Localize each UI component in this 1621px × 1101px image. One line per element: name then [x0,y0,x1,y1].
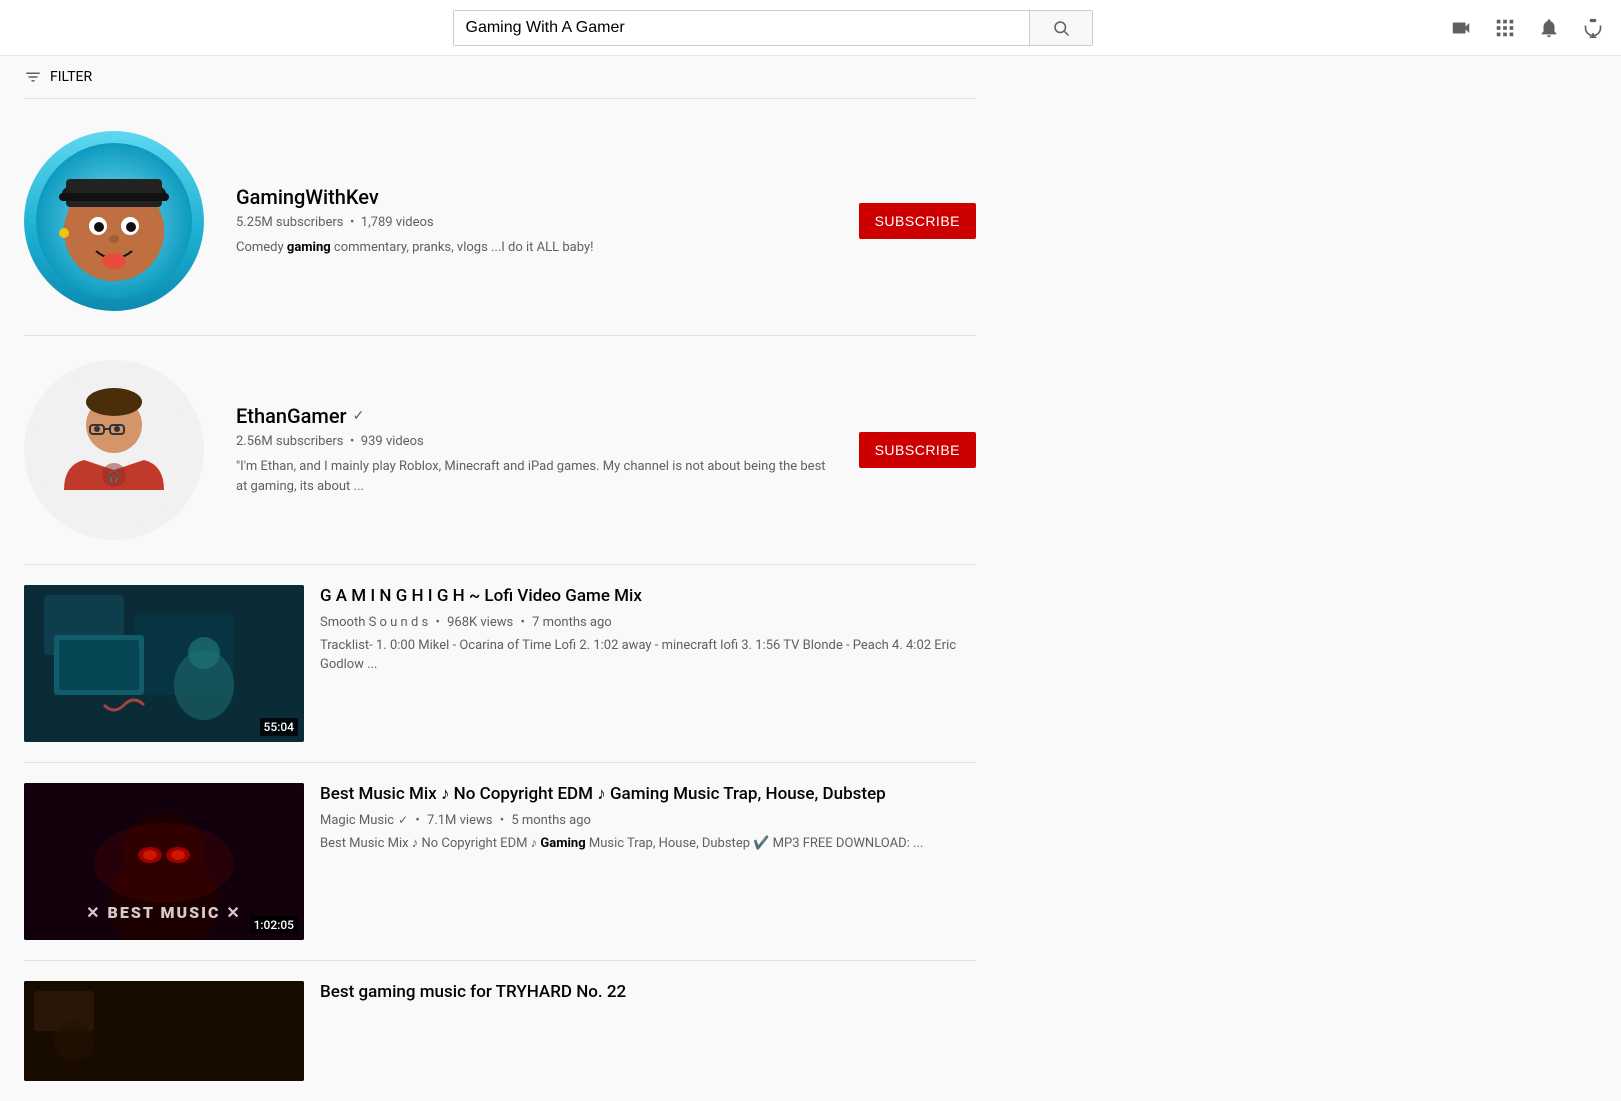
video-description-2: Best Music Mix ♪ No Copyright EDM ♪ Gami… [320,834,976,854]
video-age-2: 5 months ago [511,813,591,828]
desc-text-2: "I'm Ethan, and I mainly play Roblox, Mi… [236,459,826,494]
channel-description: Comedy gaming commentary, pranks, vlogs … [236,238,827,258]
subscribe-button-ethan[interactable]: SUBSCRIBE [859,432,976,468]
search-bar [453,10,1093,46]
svg-text:🎧: 🎧 [108,470,120,483]
verified-icon: ✓ [353,408,365,424]
header [0,0,1621,56]
channel-result-2: 🎧 EthanGamer ✓ 2.56M subscribers • 939 v… [24,336,976,565]
channel-meta: 5.25M subscribers • 1,789 videos [236,215,827,230]
video-result-1: 55:04 G A M I N G H I G H ~ Lofi Video G… [24,565,976,763]
video-thumbnail-1[interactable]: 55:04 [24,585,304,742]
video-views-1: 968K views [447,615,513,630]
desc-after: commentary, pranks, vlogs ...I do it ALL… [331,240,594,255]
channel-meta-2: 2.56M subscribers • 939 videos [236,434,827,449]
subscribe-button-kev[interactable]: SUBSCRIBE [859,203,976,239]
video-title-3[interactable]: Best gaming music for TRYHARD No. 22 [320,981,976,1005]
video-description-1: Tracklist- 1. 0:00 Mikel - Ocarina of Ti… [320,636,976,675]
video-channel-1[interactable]: Smooth S o u n d s [320,615,428,630]
channel-description-2: "I'm Ethan, and I mainly play Roblox, Mi… [236,457,827,496]
mic-icon[interactable] [1581,16,1605,40]
video-duration-2: 1:02:05 [250,916,298,934]
video-title-2[interactable]: Best Music Mix ♪ No Copyright EDM ♪ Gami… [320,783,976,807]
video-meta-1: Smooth S o u n d s • 968K views • 7 mont… [320,615,976,630]
channel-name-text-2[interactable]: EthanGamer [236,404,347,428]
filter-bar: FILTER [24,56,976,99]
video-duration-1: 55:04 [260,718,298,736]
channel-name: GamingWithKev [236,185,827,209]
filter-icon [24,68,42,86]
desc-before: Comedy [236,240,287,255]
filter-label[interactable]: FILTER [50,69,92,85]
search-button[interactable] [1029,10,1093,46]
video-views-2: 7.1M views [427,813,492,828]
video-info-1: G A M I N G H I G H ~ Lofi Video Game Mi… [320,585,976,675]
video-desc-after-2: Music Trap, House, Dubstep ✔️ MP3 FREE D… [586,836,924,851]
video-info-2: Best Music Mix ♪ No Copyright EDM ♪ Gami… [320,783,976,853]
avatar-image [34,141,194,301]
video-info-3: Best gaming music for TRYHARD No. 22 [320,981,976,1011]
search-input[interactable] [453,10,1029,46]
video-thumbnail-2[interactable]: ✕ BEST MUSIC ✕ 1:02:05 [24,783,304,940]
channel-avatar[interactable] [24,131,204,311]
video-desc-text-1: Tracklist- 1. 0:00 Mikel - Ocarina of Ti… [320,638,956,673]
video-result-3-partial: Best gaming music for TRYHARD No. 22 [24,961,976,1101]
header-right [1449,16,1605,40]
channel-subscribers: 5.25M subscribers [236,215,344,230]
channel-avatar-2[interactable]: 🎧 [24,360,204,540]
channel-name-2: EthanGamer ✓ [236,404,827,428]
video-desc-bold-2: Gaming [540,836,585,851]
channel-info-2: EthanGamer ✓ 2.56M subscribers • 939 vid… [236,404,827,496]
video-meta-2: Magic Music ✓ • 7.1M views • 5 months ag… [320,813,976,828]
avatar-image-2: 🎧 [34,370,194,530]
channel-result: GamingWithKev 5.25M subscribers • 1,789 … [24,107,976,336]
desc-bold: gaming [287,240,331,255]
main-content: FILTER [0,56,1000,1101]
video-thumbnail-3[interactable] [24,981,304,1081]
video-age-1: 7 months ago [532,615,612,630]
video-result-2: ✕ BEST MUSIC ✕ 1:02:05 Best Music Mix ♪ … [24,763,976,961]
channel-subscribers-2: 2.56M subscribers [236,434,344,449]
header-center [453,10,1093,46]
channel-name-text[interactable]: GamingWithKev [236,185,379,209]
channel-info: GamingWithKev 5.25M subscribers • 1,789 … [236,185,827,258]
channel-videos: 1,789 videos [361,215,434,230]
thumb-visual-3 [24,981,304,1081]
video-channel-2[interactable]: Magic Music [320,813,394,828]
video-camera-icon[interactable] [1449,16,1473,40]
channel-videos-2: 939 videos [361,434,424,449]
verified-badge-2: ✓ [398,813,408,827]
grid-icon[interactable] [1493,16,1517,40]
video-title-1[interactable]: G A M I N G H I G H ~ Lofi Video Game Mi… [320,585,976,609]
bell-icon[interactable] [1537,16,1561,40]
video-desc-before-2: Best Music Mix ♪ No Copyright EDM ♪ [320,836,540,851]
